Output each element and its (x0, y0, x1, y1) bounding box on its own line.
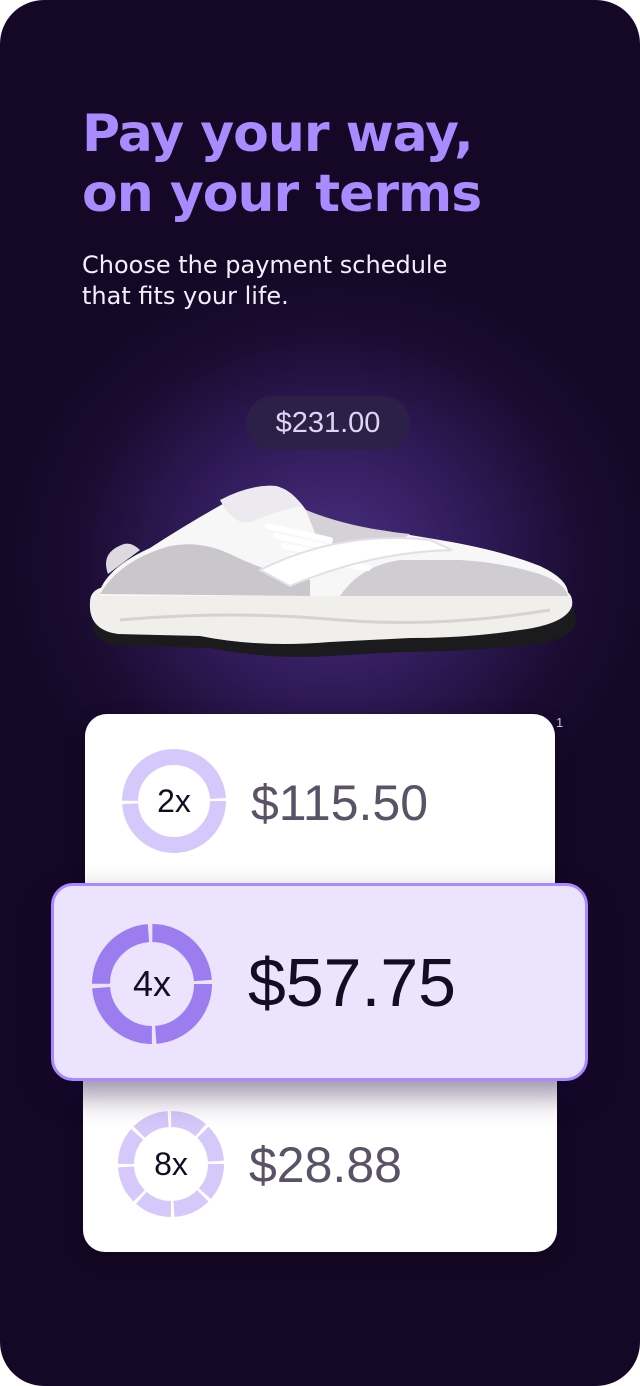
promo-screen: Pay your way, on your terms Choose the p… (0, 0, 640, 1386)
plan-amount: $28.88 (249, 1137, 402, 1193)
sneaker-image (89, 485, 576, 657)
plan-multiplier: 2x (157, 782, 191, 819)
subtitle-line-2: that fits your life. (82, 282, 289, 310)
installment-ring-8x: 8x (117, 1110, 225, 1218)
headline: Pay your way, on your terms (82, 104, 482, 224)
installment-ring-2x: 2x (121, 748, 227, 854)
plan-multiplier: 4x (132, 963, 172, 1004)
subtitle-line-1: Choose the payment schedule (82, 251, 448, 279)
footnote-marker[interactable]: 1 (556, 715, 563, 730)
plan-amount: $57.75 (248, 945, 456, 1021)
headline-line-2: on your terms (82, 164, 482, 224)
plan-multiplier: 8x (154, 1145, 188, 1182)
product-price-badge: $231.00 (246, 396, 410, 450)
plan-card-4x-selected[interactable]: 4x $57.75 (51, 883, 588, 1081)
headline-line-1: Pay your way, (82, 104, 474, 164)
installment-ring-4x: 4x (90, 922, 214, 1046)
subtitle: Choose the payment schedule that fits yo… (82, 250, 447, 312)
plan-amount: $115.50 (251, 775, 429, 831)
